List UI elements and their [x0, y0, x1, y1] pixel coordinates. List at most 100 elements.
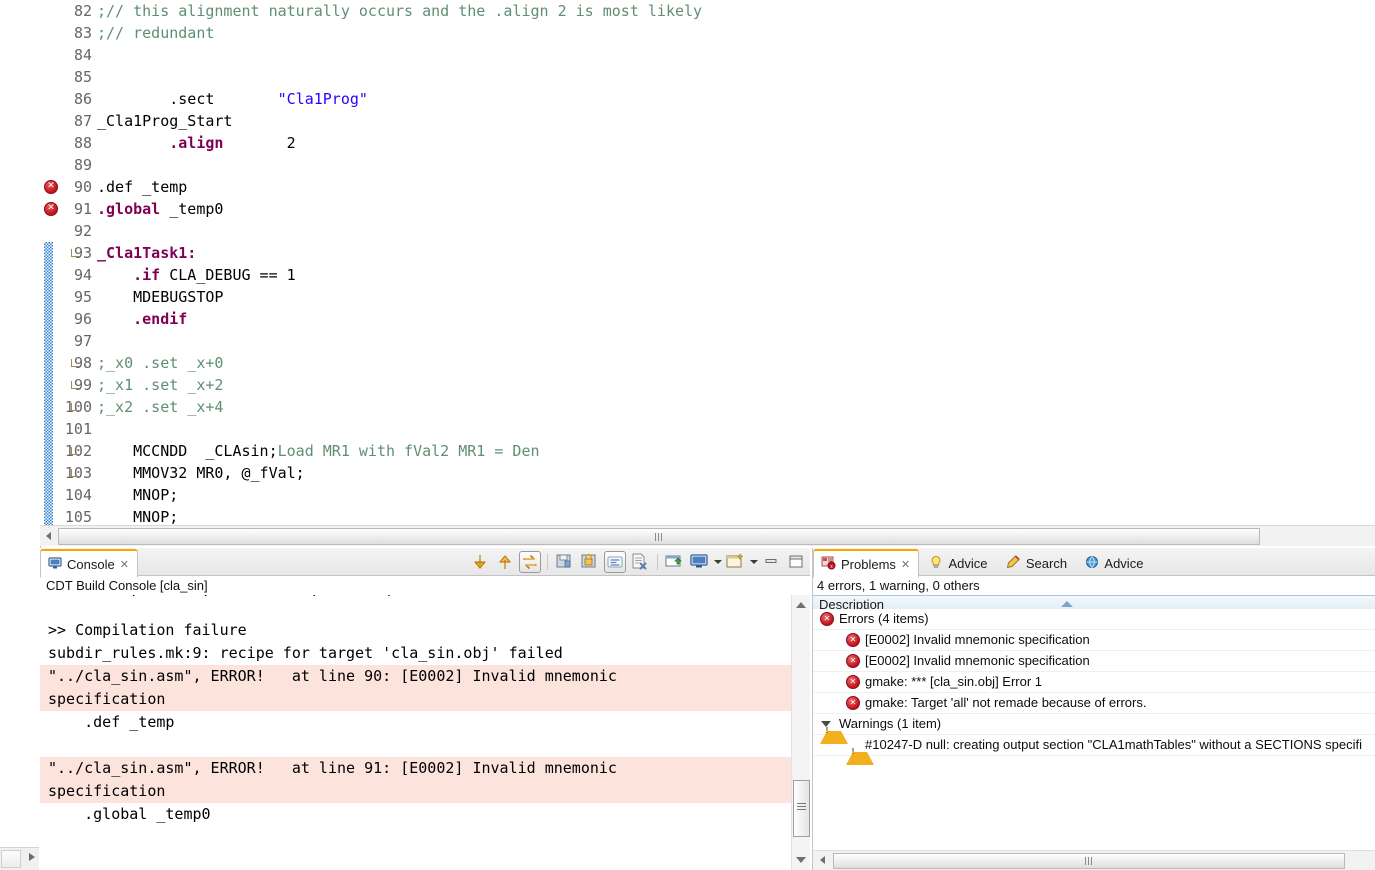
editor-line[interactable]: 105 MNOP;	[40, 506, 1375, 525]
scroll-left-arrow-icon[interactable]	[817, 854, 829, 867]
problems-item-row[interactable]: gmake: *** [cla_sin.obj] Error 1	[813, 672, 1375, 693]
scroll-down-arrow-icon[interactable]	[795, 854, 807, 866]
line-content[interactable]: _Cla1Prog_Start	[92, 110, 232, 132]
problems-item-row[interactable]: #10247-D null: creating output section "…	[813, 735, 1375, 765]
editor-line[interactable]: 92	[40, 220, 1375, 242]
line-content[interactable]: .if CLA_DEBUG == 1	[92, 264, 296, 286]
pin-console-icon[interactable]	[664, 551, 686, 573]
left-stub-hscrollbar[interactable]	[0, 847, 39, 870]
problems-icon: x	[821, 555, 836, 573]
editor-line[interactable]: 103 MMOV32 MR0, @_fVal;	[40, 462, 1375, 484]
editor-line[interactable]: 86 .sect "Cla1Prog"	[40, 88, 1375, 110]
editor-line[interactable]: 97	[40, 330, 1375, 352]
problems-hscroll-thumb[interactable]	[833, 853, 1345, 869]
editor-line[interactable]: 90.def _temp	[40, 176, 1375, 198]
lock-console-icon[interactable]	[579, 551, 601, 573]
problems-item-row[interactable]: gmake: Target 'all' not remade because o…	[813, 693, 1375, 714]
editor-line[interactable]: 100 ;_x2 .set _x+4	[40, 396, 1375, 418]
tab-advice[interactable]: Advice	[922, 551, 995, 577]
line-content[interactable]: ;_x2 .set _x+4	[92, 396, 223, 418]
tab-console-close-icon[interactable]: ✕	[120, 558, 129, 571]
source-editor[interactable]: 82 ;// this alignment naturally occurs an…	[40, 0, 1375, 525]
problems-item-row[interactable]: [E0002] Invalid mnemonic specification	[813, 651, 1375, 672]
scroll-lock-down-icon[interactable]	[469, 551, 491, 573]
scroll-left-arrow-icon[interactable]	[43, 529, 55, 542]
console-subtitle: CDT Build Console [cla_sin]	[40, 576, 810, 596]
line-content[interactable]: MMOV32 MR0, @_fVal;	[92, 462, 305, 484]
editor-line[interactable]: 83 ;// redundant	[40, 22, 1375, 44]
scroll-up-arrow-icon[interactable]	[795, 599, 807, 611]
line-content[interactable]: ;_x0 .set _x+0	[92, 352, 223, 374]
tab-problems[interactable]: x Problems ✕	[813, 549, 920, 578]
show-console-on-output-icon[interactable]	[519, 551, 541, 573]
editor-line[interactable]: 93 _Cla1Task1:	[40, 242, 1375, 264]
problems-item-row[interactable]: [E0002] Invalid mnemonic specification	[813, 630, 1375, 651]
maximize-icon[interactable]	[786, 551, 808, 573]
open-console-dropdown-icon[interactable]	[750, 560, 758, 564]
editor-line[interactable]: 95 MDEBUGSTOP	[40, 286, 1375, 308]
editor-line[interactable]: 99 ;_x1 .set _x+2	[40, 374, 1375, 396]
scroll-lock-up-icon[interactable]	[494, 551, 516, 573]
console-output[interactable]: 2 Assembly Errors, No Assembly Warnings>…	[40, 595, 792, 870]
minimize-icon[interactable]	[761, 551, 783, 573]
editor-line[interactable]: 94 .if CLA_DEBUG == 1	[40, 264, 1375, 286]
line-content[interactable]: MDEBUGSTOP	[92, 286, 223, 308]
editor-line[interactable]: 102 MCCNDD _CLAsin;Load MR1 with fVal2 M…	[40, 440, 1375, 462]
line-content[interactable]: .endif	[92, 308, 187, 330]
editor-line[interactable]: 85	[40, 66, 1375, 88]
open-console-icon[interactable]	[725, 551, 747, 573]
editor-line[interactable]: 82 ;// this alignment naturally occurs an…	[40, 0, 1375, 22]
editor-hscroll-thumb[interactable]	[58, 528, 1260, 545]
error-marker-icon[interactable]	[44, 201, 58, 216]
tab-advice-globe[interactable]: Advice	[1078, 551, 1151, 577]
line-content[interactable]: .def _temp	[92, 176, 187, 198]
clear-console-icon[interactable]	[629, 551, 651, 573]
editor-line[interactable]: 84	[40, 44, 1375, 66]
line-content[interactable]: ;// this alignment naturally occurs and …	[92, 0, 702, 22]
line-content[interactable]: .sect "Cla1Prog"	[92, 88, 368, 110]
line-content[interactable]: .global _temp0	[92, 198, 223, 220]
line-content[interactable]: .align 2	[92, 132, 295, 154]
editor-line[interactable]: 88 .align 2	[40, 132, 1375, 154]
problems-tree[interactable]: Errors (4 items) [E0002] Invalid mnemonic…	[813, 609, 1375, 850]
word-wrap-icon[interactable]	[604, 551, 626, 573]
console-vscrollbar[interactable]	[791, 595, 810, 870]
editor-line[interactable]: 98 ;_x0 .set _x+0	[40, 352, 1375, 374]
editor-hscrollbar[interactable]	[40, 525, 1375, 546]
console-vscroll-thumb[interactable]	[793, 780, 810, 837]
line-content[interactable]: ;// redundant	[92, 22, 214, 44]
editor-line[interactable]: 91.global _temp0	[40, 198, 1375, 220]
fold-bracket-icon[interactable]	[71, 403, 80, 412]
fold-bracket-icon[interactable]	[71, 447, 80, 456]
editor-line[interactable]: 104 MNOP;	[40, 484, 1375, 506]
line-content[interactable]: ;_x1 .set _x+2	[92, 374, 223, 396]
problems-group-row[interactable]: Warnings (1 item)	[813, 714, 1375, 744]
scroll-right-arrow-icon[interactable]	[29, 853, 35, 861]
sort-ascending-icon[interactable]	[1061, 601, 1073, 607]
left-stub-scroll-trough[interactable]	[1, 850, 21, 868]
fold-bracket-icon[interactable]	[71, 469, 80, 478]
tab-search[interactable]: Search	[999, 550, 1075, 576]
display-console-icon[interactable]	[689, 551, 711, 573]
editor-line[interactable]: 89	[40, 154, 1375, 176]
tab-problems-close-icon[interactable]: ✕	[901, 558, 910, 571]
ide-window: 82 ;// this alignment naturally occurs an…	[0, 0, 1375, 870]
editor-line[interactable]: 87 _Cla1Prog_Start	[40, 110, 1375, 132]
problems-group-row[interactable]: Errors (4 items)	[813, 609, 1375, 630]
line-content[interactable]: MNOP;	[92, 484, 178, 506]
line-content[interactable]: MCCNDD _CLAsin;Load MR1 with fVal2 MR1 =…	[92, 440, 539, 462]
line-content[interactable]: _Cla1Task1:	[92, 242, 196, 264]
line-content[interactable]: MNOP;	[92, 506, 178, 525]
lightbulb-icon	[929, 555, 943, 572]
error-marker-icon[interactable]	[44, 179, 58, 194]
fold-bracket-icon[interactable]	[71, 249, 80, 258]
editor-line[interactable]: 101	[40, 418, 1375, 440]
fold-bracket-icon[interactable]	[71, 359, 80, 368]
tab-console[interactable]: Console ✕	[40, 549, 138, 578]
save-console-icon[interactable]	[554, 551, 576, 573]
display-console-dropdown-icon[interactable]	[714, 560, 722, 564]
editor-line[interactable]: 96 .endif	[40, 308, 1375, 330]
problems-hscrollbar[interactable]	[813, 850, 1375, 870]
fold-bracket-icon[interactable]	[71, 381, 80, 390]
editor-code-area[interactable]: 82 ;// this alignment naturally occurs an…	[40, 0, 1375, 525]
